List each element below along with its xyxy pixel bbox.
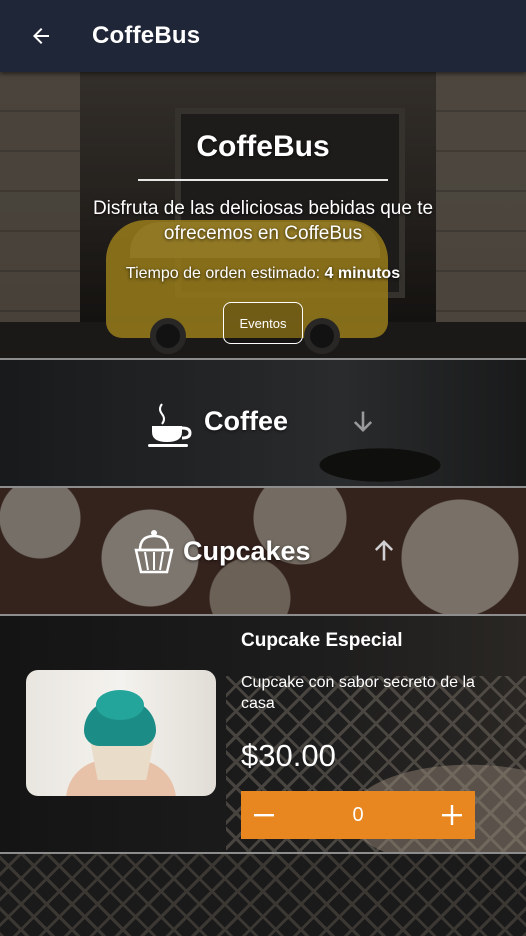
app-title: CoffeBus bbox=[92, 22, 201, 49]
arrow-down-icon bbox=[353, 411, 373, 432]
hero-divider bbox=[138, 179, 388, 181]
minus-icon bbox=[254, 814, 274, 817]
category-label-cupcakes: Cupcakes bbox=[183, 536, 311, 566]
cupcake-icon bbox=[134, 530, 174, 574]
next-product-card bbox=[0, 854, 526, 936]
hero-banner: CoffeBus Disfruta de las deliciosas bebi… bbox=[0, 72, 526, 358]
quantity-value: 0 bbox=[352, 803, 364, 826]
app-bar: CoffeBus bbox=[0, 0, 526, 72]
product-name: Cupcake Especial bbox=[241, 630, 403, 651]
arrow-left-icon bbox=[33, 28, 49, 44]
estimated-time: Tiempo de orden estimado: 4 minutos bbox=[0, 265, 526, 283]
cupcake-frosting-top bbox=[96, 690, 144, 720]
hero-content: CoffeBus Disfruta de las deliciosas bebi… bbox=[0, 72, 526, 358]
quantity-stepper: 0 bbox=[241, 791, 475, 839]
product-image bbox=[26, 670, 216, 796]
category-cupcakes[interactable]: Cupcakes bbox=[0, 488, 526, 614]
coffee-cup-icon bbox=[148, 403, 192, 447]
decrease-button[interactable] bbox=[241, 791, 287, 839]
product-description: Cupcake con sabor secreto de la casa bbox=[241, 674, 475, 712]
arrow-up-icon bbox=[374, 540, 394, 561]
hero-description: Disfruta de las deliciosas bebidas que t… bbox=[92, 198, 434, 244]
back-button[interactable] bbox=[26, 21, 56, 51]
product-card: Cupcake Especial Cupcake con sabor secre… bbox=[0, 616, 526, 852]
category-label-coffee: Coffee bbox=[204, 406, 289, 436]
increase-button[interactable] bbox=[429, 791, 475, 839]
events-button[interactable]: Eventos bbox=[223, 302, 303, 344]
estimated-time-label: Tiempo de orden estimado: bbox=[125, 265, 321, 282]
estimated-time-value: 4 minutos bbox=[324, 265, 401, 282]
category-coffee[interactable]: Coffee bbox=[0, 360, 526, 486]
cupcake-liner bbox=[90, 740, 154, 780]
plus-icon bbox=[442, 805, 462, 825]
hero-title: CoffeBus bbox=[196, 130, 330, 163]
product-price: $30.00 bbox=[241, 738, 336, 773]
